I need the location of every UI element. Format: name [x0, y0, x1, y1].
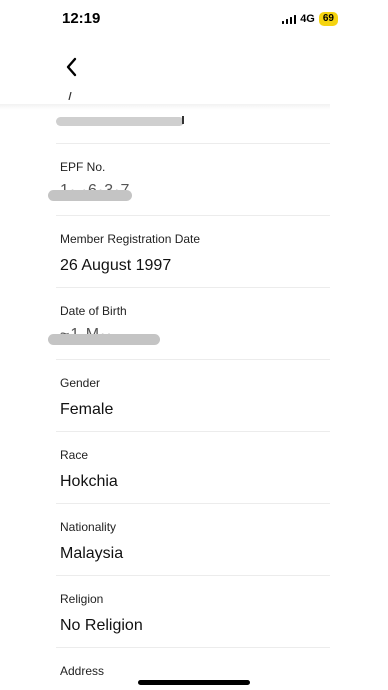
masked-value: 1·.·6·3·7: [48, 180, 330, 201]
field-label: Address: [60, 664, 105, 678]
home-indicator[interactable]: [138, 680, 250, 685]
redaction-bar: [48, 334, 160, 345]
field-label: Member Registration Date: [60, 232, 201, 246]
divider: [56, 143, 330, 144]
status-bar: 12:19 4G 69: [0, 0, 388, 40]
divider: [56, 503, 330, 504]
field-label: Nationality: [60, 520, 117, 534]
field-value: Malaysia: [60, 545, 124, 562]
header-shadow: [0, 104, 330, 110]
battery-badge: 69: [318, 12, 338, 26]
redacted-name-tail: [182, 116, 184, 124]
field-value: Female: [60, 401, 114, 418]
status-indicators: 4G 69: [281, 12, 338, 26]
field-label: EPF No.: [60, 160, 106, 174]
field-value: Hokchia: [60, 473, 118, 490]
divider: [56, 359, 330, 360]
chevron-left-icon: [66, 57, 77, 77]
divider: [56, 647, 330, 648]
field-date-of-birth: Date of Birth ~1 M··: [48, 304, 330, 345]
field-gender: Gender Female: [60, 376, 330, 420]
field-label: Religion: [60, 592, 104, 606]
field-race: Race Hokchia: [60, 448, 330, 492]
status-time: 12:19: [62, 10, 101, 27]
divider: [56, 215, 330, 216]
field-label: Date of Birth: [60, 304, 127, 318]
field-member-registration-date: Member Registration Date 26 August 1997: [60, 232, 330, 276]
field-address: Address: [60, 664, 330, 678]
network-type: 4G: [300, 13, 315, 25]
back-button[interactable]: [60, 55, 84, 79]
divider: [56, 287, 330, 288]
redacted-name: [56, 117, 184, 126]
field-label: Race: [60, 448, 89, 462]
field-value: No Religion: [60, 617, 143, 634]
masked-value: ~1 M··: [48, 324, 330, 345]
partial-text-glyph: [68, 92, 72, 100]
field-nationality: Nationality Malaysia: [60, 520, 330, 564]
field-epf-no: EPF No. 1·.·6·3·7: [48, 160, 330, 201]
redaction-bar: [48, 190, 132, 201]
field-label: Gender: [60, 376, 101, 390]
signal-icon: [281, 14, 297, 24]
divider: [56, 575, 330, 576]
field-value: 26 August 1997: [60, 257, 172, 274]
field-religion: Religion No Religion: [60, 592, 330, 636]
divider: [56, 431, 330, 432]
